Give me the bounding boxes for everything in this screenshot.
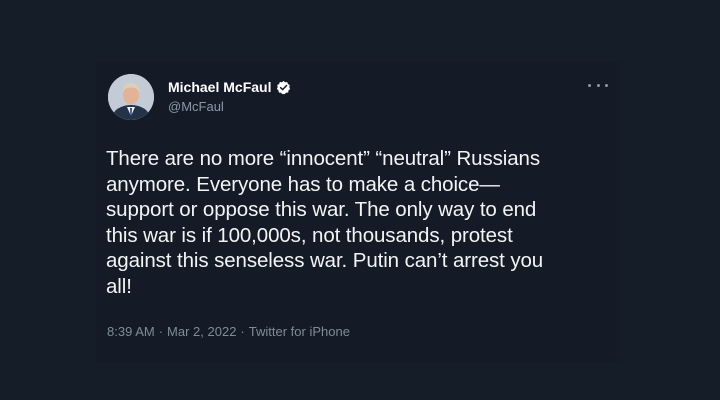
- dot-icon: [588, 83, 591, 87]
- verified-badge-icon: [276, 80, 291, 95]
- tweet-date[interactable]: Mar 2, 2022: [167, 324, 236, 339]
- dot-icon: [605, 83, 608, 87]
- meta-separator: ·: [240, 324, 245, 339]
- dot-icon: [596, 83, 600, 87]
- tweet-metadata: 8:39 AM · Mar 2, 2022 · Twitter for iPhone: [107, 324, 350, 340]
- meta-separator: ·: [158, 324, 164, 339]
- tweet-card: Michael McFaul @McFaul There are no more…: [96, 62, 620, 362]
- avatar[interactable]: [108, 74, 154, 120]
- avatar-image: [108, 74, 154, 120]
- tweet-time[interactable]: 8:39 AM: [107, 324, 155, 339]
- author-name[interactable]: Michael McFaul: [168, 79, 271, 96]
- tweet-text: There are no more “innocent” “neutral” R…: [106, 147, 544, 298]
- more-options-icon[interactable]: [588, 81, 608, 89]
- tweet-source[interactable]: Twitter for iPhone: [249, 324, 350, 339]
- author-name-row: Michael McFaul: [168, 79, 291, 96]
- author-handle[interactable]: @McFaul: [168, 99, 224, 115]
